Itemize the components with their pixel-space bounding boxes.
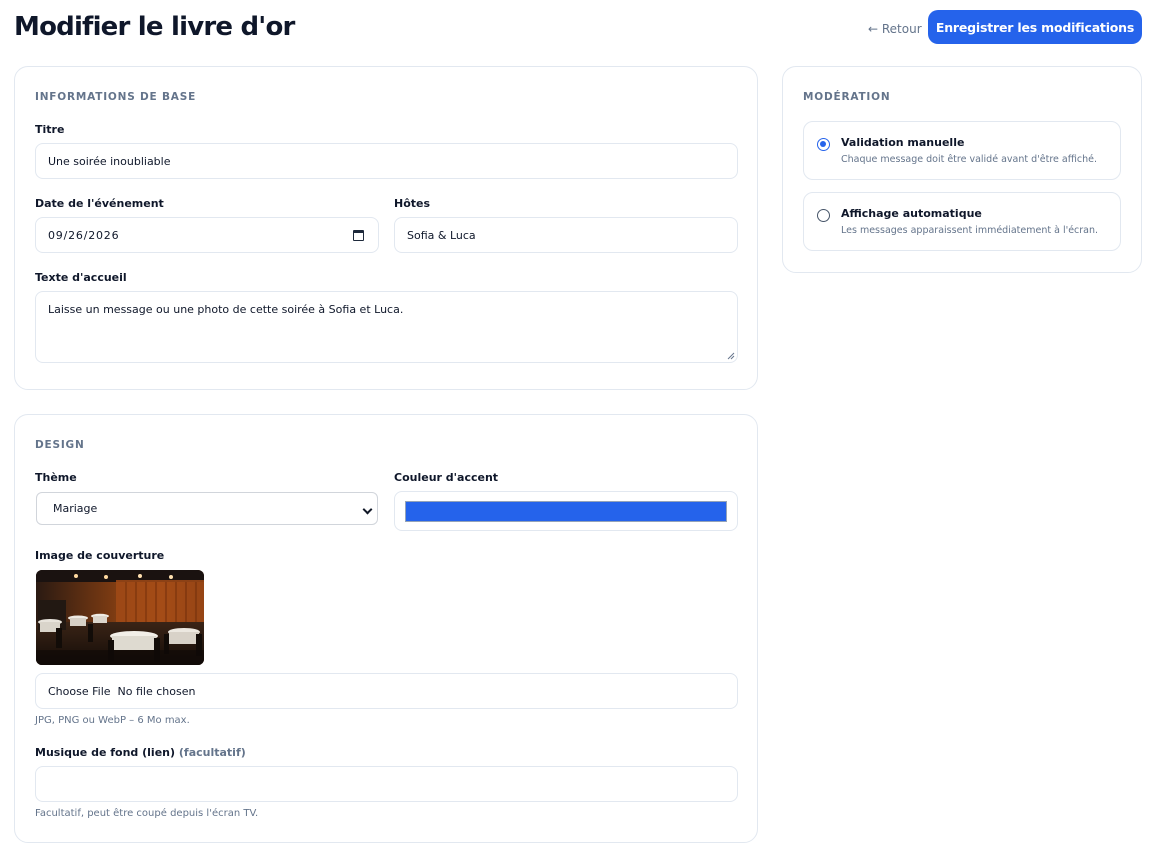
design-card: DESIGN Thème Mariage Couleur d'accent Im… (14, 414, 758, 843)
hosts-input-value: Sofia & Luca (407, 228, 476, 242)
music-url-input[interactable] (35, 766, 738, 802)
event-date-input[interactable]: 09/26/2026 (35, 217, 379, 253)
save-changes-button[interactable]: Enregistrer les modifications (928, 10, 1142, 44)
section-title-moderation: MODÉRATION (803, 91, 891, 103)
accent-color-input[interactable] (394, 491, 738, 531)
radio-button-selected[interactable] (817, 138, 830, 151)
music-optional-tag: (facultatif) (178, 746, 246, 759)
moderation-option-manual[interactable]: Validation manuelle Chaque message doit … (803, 121, 1121, 180)
option-description: Chaque message doit être validé avant d'… (841, 154, 1097, 165)
cover-file-input[interactable]: Choose File No file chosen (35, 673, 738, 709)
basic-info-card: INFORMATIONS DE BASE Titre Une soirée in… (14, 66, 758, 390)
music-label-text: Musique de fond (lien) (35, 746, 176, 759)
theme-select[interactable]: Mariage (36, 492, 378, 525)
hosts-label: Hôtes (394, 197, 431, 210)
section-title-basic-info: INFORMATIONS DE BASE (35, 91, 197, 103)
calendar-icon[interactable] (353, 230, 364, 241)
file-hint: JPG, PNG ou WebP – 6 Mo max. (35, 715, 190, 726)
title-input-value: Une soirée inoubliable (48, 154, 171, 168)
hosts-input[interactable]: Sofia & Luca (394, 217, 738, 253)
welcome-text-textarea[interactable]: Laisse un message ou une photo de cette … (35, 291, 738, 363)
title-input[interactable]: Une soirée inoubliable (35, 143, 738, 179)
welcome-text-label: Texte d'accueil (35, 271, 127, 284)
option-title: Affichage automatique (841, 207, 982, 220)
event-date-label: Date de l'événement (35, 197, 164, 210)
option-title: Validation manuelle (841, 136, 965, 149)
back-link[interactable]: ← Retour (868, 21, 922, 37)
event-date-value: 09/26/2026 (48, 228, 120, 242)
restaurant-photo (36, 570, 204, 665)
accent-color-label: Couleur d'accent (394, 471, 499, 484)
welcome-text-value: Laisse un message ou une photo de cette … (48, 303, 404, 316)
moderation-option-automatic[interactable]: Affichage automatique Les messages appar… (803, 192, 1121, 251)
theme-label: Thème (35, 471, 77, 484)
radio-button[interactable] (817, 209, 830, 222)
option-description: Les messages apparaissent immédiatement … (841, 225, 1099, 236)
moderation-card: MODÉRATION Validation manuelle Chaque me… (782, 66, 1142, 273)
chevron-down-icon (362, 504, 373, 515)
title-label: Titre (35, 123, 65, 136)
music-hint: Facultatif, peut être coupé depuis l'écr… (35, 808, 259, 819)
cover-image-preview (36, 570, 204, 665)
page-title: Modifier le livre d'or (14, 12, 295, 42)
file-input-text: Choose File No file chosen (48, 684, 196, 698)
music-label: Musique de fond (lien) (facultatif) (35, 746, 246, 760)
section-title-design: DESIGN (35, 439, 85, 451)
theme-select-value: Mariage (53, 502, 98, 515)
cover-image-label: Image de couverture (35, 549, 165, 562)
resize-grip-icon[interactable] (727, 352, 735, 360)
accent-color-swatch[interactable] (405, 501, 727, 522)
